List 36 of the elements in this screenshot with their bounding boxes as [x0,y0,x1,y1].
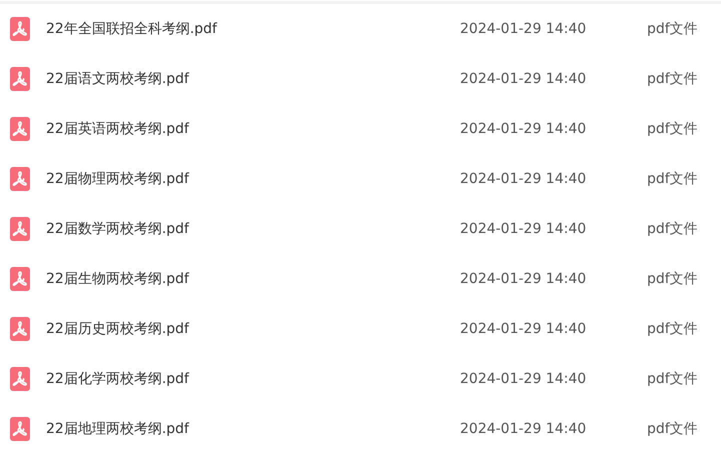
file-type: pdf文件 [647,420,698,438]
file-type: pdf文件 [647,270,698,288]
pdf-file-icon [10,267,30,291]
file-name[interactable]: 22届化学两校考纲.pdf [46,370,460,388]
pdf-file-icon [10,17,30,41]
file-name[interactable]: 22届生物两校考纲.pdf [46,270,460,288]
file-type: pdf文件 [647,220,698,238]
file-name[interactable]: 22届语文两校考纲.pdf [46,70,460,88]
file-type: pdf文件 [647,120,698,138]
pdf-file-icon [10,67,30,91]
file-name[interactable]: 22届历史两校考纲.pdf [46,320,460,338]
pdf-file-icon [10,317,30,341]
file-type: pdf文件 [647,20,698,38]
file-name[interactable]: 22届物理两校考纲.pdf [46,170,460,188]
file-name[interactable]: 22届英语两校考纲.pdf [46,120,460,138]
modified-date: 2024-01-29 14:40 [460,271,588,287]
modified-date: 2024-01-29 14:40 [460,221,588,237]
file-type: pdf文件 [647,70,698,88]
modified-date: 2024-01-29 14:40 [460,21,588,37]
modified-date: 2024-01-29 14:40 [460,371,588,387]
pdf-file-icon [10,167,30,191]
modified-date: 2024-01-29 14:40 [460,71,588,87]
file-type: pdf文件 [647,170,698,188]
file-name[interactable]: 22届地理两校考纲.pdf [46,420,460,438]
modified-date: 2024-01-29 14:40 [460,321,588,337]
pdf-file-icon [10,117,30,141]
pdf-file-icon [10,367,30,391]
modified-date: 2024-01-29 14:40 [460,421,588,437]
file-name[interactable]: 22年全国联招全科考纲.pdf [46,20,460,38]
modified-date: 2024-01-29 14:40 [460,171,588,187]
modified-date: 2024-01-29 14:40 [460,121,588,137]
file-type: pdf文件 [647,320,698,338]
pdf-file-icon [10,217,30,241]
file-name[interactable]: 22届数学两校考纲.pdf [46,220,460,238]
file-type: pdf文件 [647,370,698,388]
pdf-file-icon [10,417,30,441]
